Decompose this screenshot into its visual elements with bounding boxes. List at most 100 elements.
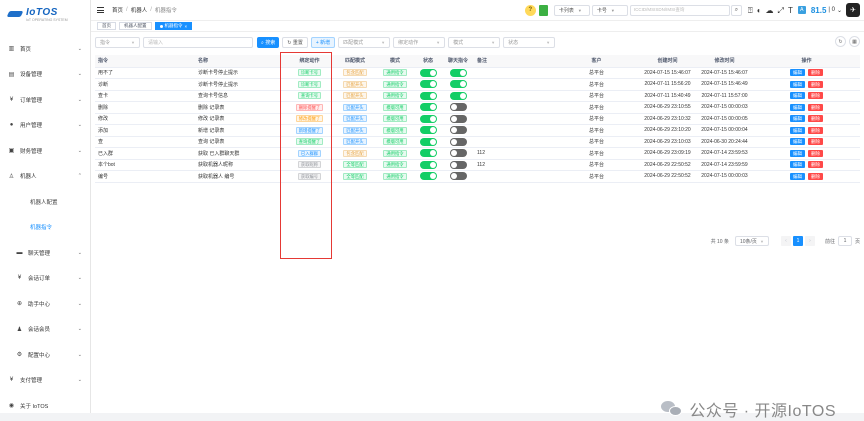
status-select[interactable]: 状态 ▼ xyxy=(503,37,556,48)
status-toggle[interactable] xyxy=(419,172,437,181)
sidebar-item-12[interactable]: ⚙ 配置中心 ⌄ xyxy=(0,342,90,368)
close-icon[interactable]: × xyxy=(185,24,188,29)
sidebar-item-0[interactable]: ▥ 首页 ⌄ xyxy=(0,36,90,62)
edit-button[interactable]: 编辑 xyxy=(790,138,805,146)
breadcrumb-home[interactable]: 首页 xyxy=(112,6,123,14)
table-row[interactable]: 查查询 记录表 查询提醒了 匹配开头 模版可用 总平台 2024-06-29 23:10:… xyxy=(95,136,860,148)
font-size-icon[interactable]: T xyxy=(788,5,793,16)
command-search-input[interactable]: 请输入 xyxy=(143,37,253,48)
delete-button[interactable]: 删除 xyxy=(808,115,823,123)
github-icon[interactable]: ◐ xyxy=(757,5,762,16)
sidebar-item-9[interactable]: ¥ 会话订单 ⌄ xyxy=(0,266,90,292)
sidebar-item-4[interactable]: ▣ 财务管理 ⌄ xyxy=(0,138,90,164)
tab-1[interactable]: 机器人配置 xyxy=(119,22,152,30)
sidebar-item-6[interactable]: 机器人配置 xyxy=(0,189,90,215)
search-button[interactable]: ⌕ 搜索 xyxy=(257,37,280,48)
sidebar-item-13[interactable]: ¥ 支付管理 ⌄ xyxy=(0,368,90,394)
chat-command-toggle[interactable] xyxy=(449,103,467,112)
status-toggle[interactable] xyxy=(419,103,437,112)
delete-button[interactable]: 删除 xyxy=(808,69,823,77)
delete-button[interactable]: 删除 xyxy=(808,161,823,169)
card-number-select[interactable]: 卡号 ▼ xyxy=(591,4,628,16)
sidebar-item-1[interactable]: ▤ 设备管理 ⌄ xyxy=(0,62,90,88)
fullscreen-icon[interactable]: ⤢ xyxy=(778,5,784,16)
sidebar-item-10[interactable]: ⊕ 助手中心 ⌄ xyxy=(0,291,90,317)
question-icon[interactable]: ⍰ xyxy=(748,5,753,16)
table-row[interactable]: 查卡 查询卡号信息 查询卡号 匹配开头 通用指令 总平台 2024-07-11 15:40:… xyxy=(95,90,860,102)
status-toggle[interactable] xyxy=(419,137,437,146)
sidebar-item-14[interactable]: ◉ 关于 IoTOS xyxy=(0,393,90,419)
edit-button[interactable]: 编辑 xyxy=(790,92,805,100)
delete-button[interactable]: 删除 xyxy=(808,92,823,100)
chat-command-toggle[interactable] xyxy=(449,172,467,181)
edit-button[interactable]: 编辑 xyxy=(790,149,805,157)
table-row[interactable]: 本个bot 获取机器人昵称 获取昵称 全等匹配 通用指令 112 总平台 2024-06-29… xyxy=(95,159,860,171)
table-row[interactable]: 已入群 获取 已入群聊天群 已入群群 包含匹配 通用指令 112 总平台 2024-06-29… xyxy=(95,147,860,160)
sidebar-item-11[interactable]: ♟ 会话会员 ⌄ xyxy=(0,317,90,343)
reset-button[interactable]: ↻ 重置 xyxy=(282,37,308,48)
status-toggle[interactable] xyxy=(419,68,437,77)
page-size-select[interactable]: 10条/页 ▼ xyxy=(734,236,769,246)
page-1-button[interactable]: 1 xyxy=(792,236,803,246)
column-settings-icon[interactable]: ▦ xyxy=(849,36,860,47)
chat-command-toggle[interactable] xyxy=(449,160,467,169)
cloud-download-icon[interactable]: ☁ xyxy=(766,5,774,16)
delete-button[interactable]: 删除 xyxy=(808,172,823,180)
tab-0[interactable]: 首页 xyxy=(97,22,116,30)
status-toggle[interactable] xyxy=(419,126,437,135)
chevron-down-icon[interactable]: ⌄ xyxy=(837,7,842,14)
card-list-select[interactable]: 卡列表 ▼ xyxy=(553,4,590,16)
goto-page-input[interactable]: 1 xyxy=(837,236,852,246)
avatar[interactable]: ✈ xyxy=(846,3,860,17)
document-icon[interactable] xyxy=(538,4,548,16)
table-row[interactable]: 编号 获取机器人 编号 获取编号 全等匹配 通用指令 总平台 2024-06-29 22:5… xyxy=(95,170,860,183)
action-select[interactable]: 绑定动作 ▼ xyxy=(393,37,446,48)
chat-command-toggle[interactable] xyxy=(449,68,467,77)
refresh-icon[interactable]: ↻ xyxy=(835,36,846,47)
match-mode-select[interactable]: 匹配模式 ▼ xyxy=(338,37,391,48)
status-toggle[interactable] xyxy=(419,91,437,100)
mode-select[interactable]: 模式 ▼ xyxy=(448,37,501,48)
chat-command-toggle[interactable] xyxy=(449,149,467,158)
iccid-search-input[interactable]: ICCID/MSISDN/IMSI查询 xyxy=(629,4,730,16)
edit-button[interactable]: 编辑 xyxy=(790,80,805,88)
status-toggle[interactable] xyxy=(419,149,437,158)
chat-command-toggle[interactable] xyxy=(449,137,467,146)
prev-page-button[interactable]: ‹ xyxy=(780,236,791,246)
delete-button[interactable]: 删除 xyxy=(808,103,823,111)
table-row[interactable]: 用不了 诊断卡号停止提示 诊断卡号 包含匹配 通用指令 总平台 2024-07-15 15:… xyxy=(95,67,860,79)
sidebar-item-2[interactable]: ¥ 订单管理 ⌄ xyxy=(0,87,90,113)
status-toggle[interactable] xyxy=(419,160,437,169)
chat-command-toggle[interactable] xyxy=(449,114,467,123)
sidebar-item-8[interactable]: ▬ 聊天管理 ⌄ xyxy=(0,240,90,266)
table-row[interactable]: 诊断 诊断卡号停止提示 诊断卡号 匹配开头 通用指令 总平台 2024-07-11 15:5… xyxy=(95,78,860,91)
sidebar-item-3[interactable]: ● 用户管理 ⌄ xyxy=(0,113,90,139)
edit-button[interactable]: 编辑 xyxy=(790,69,805,77)
chat-command-toggle[interactable] xyxy=(449,126,467,135)
search-icon[interactable]: ⌕ xyxy=(730,4,742,16)
breadcrumb-robot[interactable]: 机器人 xyxy=(131,6,148,14)
edit-button[interactable]: 编辑 xyxy=(790,172,805,180)
sidebar-item-5[interactable]: ♙ 机器人 ⌃ xyxy=(0,164,90,190)
status-toggle[interactable] xyxy=(419,80,437,89)
next-page-button[interactable]: › xyxy=(804,236,815,246)
chat-command-toggle[interactable] xyxy=(449,91,467,100)
translate-icon[interactable]: A xyxy=(797,6,806,14)
sidebar-item-7[interactable]: 机器指令 xyxy=(0,215,90,241)
command-field-select[interactable]: 指令 ▼ xyxy=(95,37,140,48)
edit-button[interactable]: 编辑 xyxy=(790,103,805,111)
edit-button[interactable]: 编辑 xyxy=(790,115,805,123)
edit-button[interactable]: 编辑 xyxy=(790,161,805,169)
add-button[interactable]: + 新增 xyxy=(310,37,336,48)
status-toggle[interactable] xyxy=(419,114,437,123)
edit-button[interactable]: 编辑 xyxy=(790,126,805,134)
delete-button[interactable]: 删除 xyxy=(808,126,823,134)
chat-command-toggle[interactable] xyxy=(449,80,467,89)
table-row[interactable]: 添加 新增 记录表 新增提醒了 匹配开头 模版可用 总平台 2024-06-29 23:10… xyxy=(95,124,860,137)
delete-button[interactable]: 删除 xyxy=(808,138,823,146)
logo[interactable]: IoTOS IoT OPERATING SYSTEM xyxy=(0,0,90,30)
table-row[interactable]: 删除 删除 记录表 删除提醒了 匹配开头 模版可用 总平台 2024-06-29 23:10… xyxy=(95,101,860,114)
tab-2[interactable]: 机器指令 × xyxy=(154,22,193,30)
help-icon[interactable]: ? xyxy=(524,4,536,16)
table-row[interactable]: 修改 修改 记录表 修改提醒了 匹配开头 模版可用 总平台 2024-06-29 23:10… xyxy=(95,113,860,125)
